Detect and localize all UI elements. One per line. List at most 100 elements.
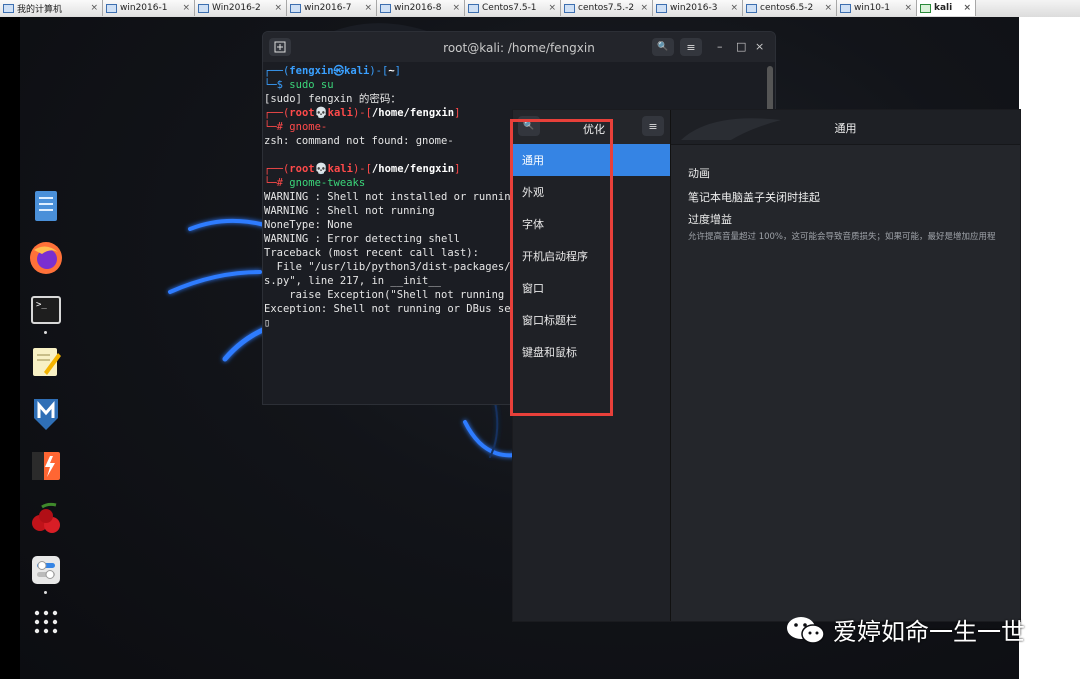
dock-files[interactable] (24, 180, 68, 232)
vm-border-right (1019, 17, 1080, 679)
firefox-icon (30, 242, 62, 274)
close-icon[interactable]: × (636, 3, 648, 13)
wechat-icon (787, 616, 825, 644)
output-line: s.py", line 217, in __init__ (264, 275, 442, 287)
prompt-line: ┌──(root💀kali)-[/home/fengxin] (264, 163, 461, 175)
vm-icon (840, 3, 851, 13)
output-line: Exception: Shell not running or DBus se (264, 303, 511, 315)
search-button[interactable]: 🔍 (652, 38, 674, 56)
dock-cherrytree[interactable] (24, 492, 68, 544)
prompt-line: ┌──(root💀kali)-[/home/fengxin] (264, 107, 461, 119)
vm-tab-kali[interactable]: kali × (917, 0, 976, 16)
command-line: └─$ sudo su (264, 79, 334, 91)
close-icon[interactable]: × (448, 3, 460, 13)
vm-icon (290, 3, 301, 13)
vm-tab-label: kali (934, 3, 953, 13)
close-button[interactable]: × (755, 40, 764, 53)
cursor: ▯ (264, 317, 271, 329)
command-line: └─# gnome- (264, 121, 328, 133)
menu-button[interactable]: ≡ (680, 38, 702, 56)
vm-tab-label: win2016-3 (670, 3, 718, 13)
computer-icon (3, 3, 14, 13)
vm-tab-label: win2016-1 (120, 3, 168, 13)
hamburger-icon: ≡ (686, 40, 696, 54)
command-line: └─# gnome-tweaks (264, 177, 366, 189)
vm-tab-win2016-7[interactable]: win2016-7 × (287, 0, 377, 16)
vm-tab-label: Win2016-2 (212, 3, 261, 13)
vm-tab-label: win2016-8 (394, 3, 442, 13)
close-icon[interactable]: × (178, 3, 190, 13)
vm-icon (564, 3, 575, 13)
vm-tab-bar: 我的计算机 × win2016-1 × Win2016-2 × win2016-7 × … (0, 0, 1080, 18)
dock-app-grid[interactable] (24, 596, 68, 648)
vm-icon (656, 3, 667, 13)
close-icon[interactable]: × (86, 3, 98, 13)
close-icon[interactable]: × (270, 3, 282, 13)
dock-terminal[interactable]: >_ (24, 284, 68, 336)
vm-tab-label: centos6.5-2 (760, 3, 814, 13)
vm-icon (106, 3, 117, 13)
close-icon[interactable]: × (726, 3, 738, 13)
vm-tab-win2016-3[interactable]: win2016-3 × (653, 0, 743, 16)
hamburger-icon: ≡ (648, 119, 658, 133)
vm-icon (380, 3, 391, 13)
vm-tab-label: win10-1 (854, 3, 890, 13)
dock-text-editor[interactable] (24, 336, 68, 388)
vm-tab-label: win2016-7 (304, 3, 352, 13)
output-line: WARNING : Shell not running (264, 205, 435, 217)
dock-burpsuite[interactable] (24, 440, 68, 492)
dock-metasploit[interactable] (24, 388, 68, 440)
close-icon[interactable]: × (959, 3, 971, 13)
minimize-button[interactable]: – (717, 40, 723, 53)
wechat-watermark: 爱婷如命一生一世 (785, 612, 1025, 647)
dock-tweaks[interactable] (24, 544, 68, 596)
vm-tab-my-computer[interactable]: 我的计算机 × (0, 0, 103, 16)
menu-button[interactable]: ≡ (642, 116, 664, 136)
vm-tab-win10-1[interactable]: win10-1 × (837, 0, 917, 16)
page-title: 通用 (834, 122, 857, 135)
close-icon[interactable]: × (900, 3, 912, 13)
output-line: File "/usr/lib/python3/dist-packages/g (264, 261, 517, 273)
output-line: WARNING : Error detecting shell (264, 233, 460, 245)
vm-border-left (0, 17, 20, 679)
app-grid-icon (34, 610, 58, 634)
vm-tab-label: 我的计算机 (17, 4, 63, 15)
vm-tab-win2016-1[interactable]: win2016-1 × (103, 0, 195, 16)
dock: >_ (24, 180, 68, 648)
vm-tab-win2016-2[interactable]: Win2016-2 × (195, 0, 287, 16)
maximize-button[interactable]: □ (736, 40, 746, 53)
terminal-icon: >_ (31, 296, 61, 324)
running-indicator (44, 591, 47, 594)
watermark-text: 爱婷如命一生一世 (833, 618, 1025, 646)
dock-firefox[interactable] (24, 232, 68, 284)
vm-tab-centos7-5-2[interactable]: centos7.5.-2 × (561, 0, 653, 16)
tweaks-icon (32, 556, 60, 584)
animations-label: 动画 (688, 167, 710, 180)
files-icon (35, 191, 57, 221)
output-line: zsh: command not found: gnome- (264, 135, 454, 147)
vm-icon (468, 3, 479, 13)
over-amplification-description: 允许提高音量超过 100%，这可能会导致音质损失；如果可能，最好是增加应用程 (688, 232, 996, 242)
cherrytree-icon (32, 502, 60, 533)
text-editor-icon (33, 348, 61, 376)
output-line: Traceback (most recent call last): (264, 247, 479, 259)
prompt-line: ┌──(fengxin㉿kali)-[~] (264, 65, 401, 77)
vm-tab-label: centos7.5.-2 (578, 3, 635, 13)
running-indicator (44, 331, 47, 334)
vm-running-icon (920, 3, 931, 13)
output-line: NoneType: None (264, 219, 353, 231)
vm-tab-win2016-8[interactable]: win2016-8 × (377, 0, 465, 16)
vm-tab-centos7-5-1[interactable]: Centos7.5-1 × (465, 0, 561, 16)
terminal-header[interactable]: root@kali: /home/fengxin 🔍 ≡ – □ × (263, 32, 775, 62)
output-line: raise Exception("Shell not running o (264, 289, 517, 301)
close-icon[interactable]: × (820, 3, 832, 13)
vm-tab-centos6-5-2[interactable]: centos6.5-2 × (743, 0, 837, 16)
metasploit-icon (34, 399, 58, 430)
highlight-box (510, 119, 613, 416)
output-line: [sudo] fengxin 的密码： (264, 93, 401, 105)
close-icon[interactable]: × (360, 3, 372, 13)
close-icon[interactable]: × (544, 3, 556, 13)
vm-icon (746, 3, 757, 13)
output-line: WARNING : Shell not installed or running (264, 191, 517, 203)
vm-icon (198, 3, 209, 13)
